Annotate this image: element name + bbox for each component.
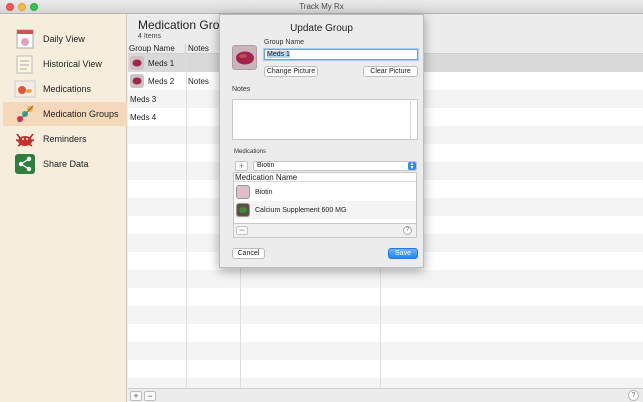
dialog-help-button[interactable]: ?: [403, 226, 412, 235]
group-name-text: Meds 2: [148, 76, 175, 86]
pink-pill-icon: [236, 185, 250, 199]
medication-select[interactable]: Biotin ▲ ▼: [253, 161, 417, 171]
group-name-label: Group Name: [264, 39, 305, 46]
sidebar: Daily View Historical View Medications M…: [0, 14, 127, 402]
chevron-updown-icon: ▲ ▼: [408, 161, 416, 171]
medication-select-value: Biotin: [257, 162, 275, 169]
medication-row[interactable]: Calcium Supplement 600 MG: [234, 201, 416, 219]
pills-icon: [14, 78, 36, 100]
green-pill-icon: [236, 203, 250, 217]
sidebar-item-label: Share Data: [43, 159, 89, 169]
medications-table: Medication Name Biotin Calcium Supplemen…: [233, 172, 417, 224]
calendar-pill-icon: [14, 28, 36, 50]
change-picture-button[interactable]: Change Picture: [264, 66, 318, 77]
sidebar-item-label: Reminders: [43, 134, 87, 144]
help-button[interactable]: ?: [628, 390, 639, 401]
group-name-cell: Meds 3: [130, 94, 157, 104]
group-picture[interactable]: [232, 45, 257, 70]
group-name-field[interactable]: Meds 1: [264, 49, 418, 60]
notes-history-icon: [14, 53, 36, 75]
pill-group-icon: [14, 103, 36, 125]
sidebar-item-historical-view[interactable]: Historical View: [3, 52, 127, 76]
medication-name: Biotin: [255, 188, 273, 196]
remove-medication-button[interactable]: −: [236, 226, 248, 235]
item-count: 4 Items: [138, 33, 161, 40]
group-name-text: Meds 1: [148, 58, 175, 68]
sidebar-item-label: Historical View: [43, 59, 102, 69]
pill-group-thumbnail-icon: [130, 56, 144, 70]
remove-group-button[interactable]: −: [144, 391, 156, 401]
notes-scrollbar[interactable]: [410, 101, 411, 139]
sidebar-item-label: Daily View: [43, 34, 85, 44]
app-window: Track My Rx Daily View Historical View M…: [0, 0, 643, 402]
sidebar-item-medication-groups[interactable]: Medication Groups: [3, 102, 127, 126]
window-title: Track My Rx: [299, 2, 344, 11]
sidebar-item-label: Medication Groups: [43, 109, 119, 119]
update-group-dialog: Update Group Group Name Meds 1 Change Pi…: [219, 14, 424, 268]
add-medication-button[interactable]: +: [235, 161, 248, 171]
empty-row: [128, 306, 643, 324]
medications-label: Medications: [234, 149, 267, 155]
notes-textarea[interactable]: [232, 99, 418, 140]
column-header-medication-name[interactable]: Medication Name: [234, 173, 416, 182]
medications-footer: − ?: [233, 224, 417, 238]
alarm-crab-icon: [14, 128, 36, 150]
pill-group-thumbnail-icon: [130, 74, 144, 88]
column-header-group-name[interactable]: Group Name: [128, 44, 186, 54]
save-button[interactable]: Save: [388, 248, 418, 259]
group-name-cell: Meds 1: [130, 54, 174, 72]
empty-row: [128, 270, 643, 288]
medication-row[interactable]: Biotin: [234, 183, 416, 201]
share-icon: [14, 153, 36, 175]
empty-row: [128, 342, 643, 360]
group-name-value: Meds 1: [267, 51, 290, 58]
add-group-button[interactable]: +: [130, 391, 142, 401]
medication-name: Calcium Supplement 600 MG: [255, 206, 347, 214]
column-divider: [186, 54, 187, 400]
sidebar-item-label: Medications: [43, 84, 92, 94]
clear-picture-button[interactable]: Clear Picture: [363, 66, 418, 77]
sidebar-item-reminders[interactable]: Reminders: [3, 127, 127, 151]
dialog-title: Update Group: [290, 23, 353, 34]
table-footer: + − ?: [128, 388, 643, 402]
title-bar: Track My Rx: [0, 0, 643, 14]
cancel-button[interactable]: Cancel: [232, 248, 265, 259]
sidebar-item-medications[interactable]: Medications: [3, 77, 127, 101]
sidebar-item-share-data[interactable]: Share Data: [3, 152, 127, 176]
group-name-cell: Meds 2: [130, 72, 174, 90]
notes-cell: Notes: [188, 76, 209, 86]
sidebar-item-daily-view[interactable]: Daily View: [3, 27, 127, 51]
notes-label: Notes: [232, 86, 251, 93]
group-name-cell: Meds 4: [130, 112, 157, 122]
